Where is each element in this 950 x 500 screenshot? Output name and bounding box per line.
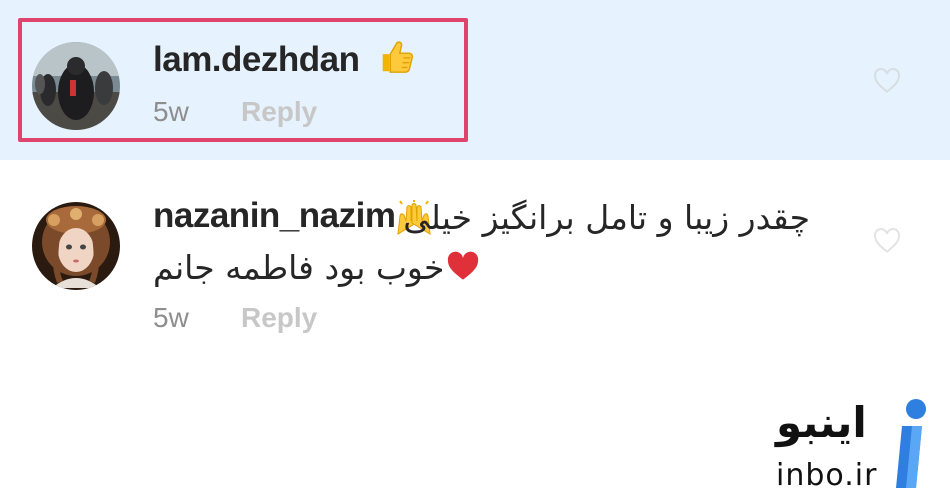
comment-username[interactable]: nazanin_nazim xyxy=(153,196,396,236)
comment-item: nazanin_nazim چقدر زیبا و تامل برانگیز خ… xyxy=(0,160,950,350)
watermark-domain: inbo.ir xyxy=(776,458,878,493)
comment-username[interactable]: lam.dezhdan xyxy=(153,38,415,85)
username-text[interactable]: lam.dezhdan xyxy=(153,40,360,79)
reply-button[interactable]: Reply xyxy=(241,96,317,128)
reply-button[interactable]: Reply xyxy=(241,302,317,334)
avatar-image xyxy=(32,202,120,290)
red-heart-icon xyxy=(446,250,480,289)
comment-text-line-2: خوب بود فاطمه جانم xyxy=(153,248,445,287)
thumbs-up-icon xyxy=(377,38,415,85)
comment-text-line-1: چقدر زیبا و تامل برانگیز خیلی xyxy=(403,198,810,237)
avatar[interactable] xyxy=(32,202,120,290)
username-text[interactable]: nazanin_nazim xyxy=(153,196,396,235)
comment-text-line-2-wrap: خوب بود فاطمه جانم xyxy=(153,248,480,289)
like-heart-icon[interactable] xyxy=(872,66,902,96)
comment-item-highlighted: lam.dezhdan 5w Reply xyxy=(0,0,950,160)
like-heart-icon[interactable] xyxy=(872,226,902,256)
comment-time: 5w xyxy=(153,96,189,127)
watermark-name: اینبو xyxy=(776,398,867,447)
comment-time: 5w xyxy=(153,302,189,333)
inbo-logo-icon xyxy=(890,398,930,490)
avatar-image xyxy=(32,42,120,130)
avatar[interactable] xyxy=(32,42,120,130)
